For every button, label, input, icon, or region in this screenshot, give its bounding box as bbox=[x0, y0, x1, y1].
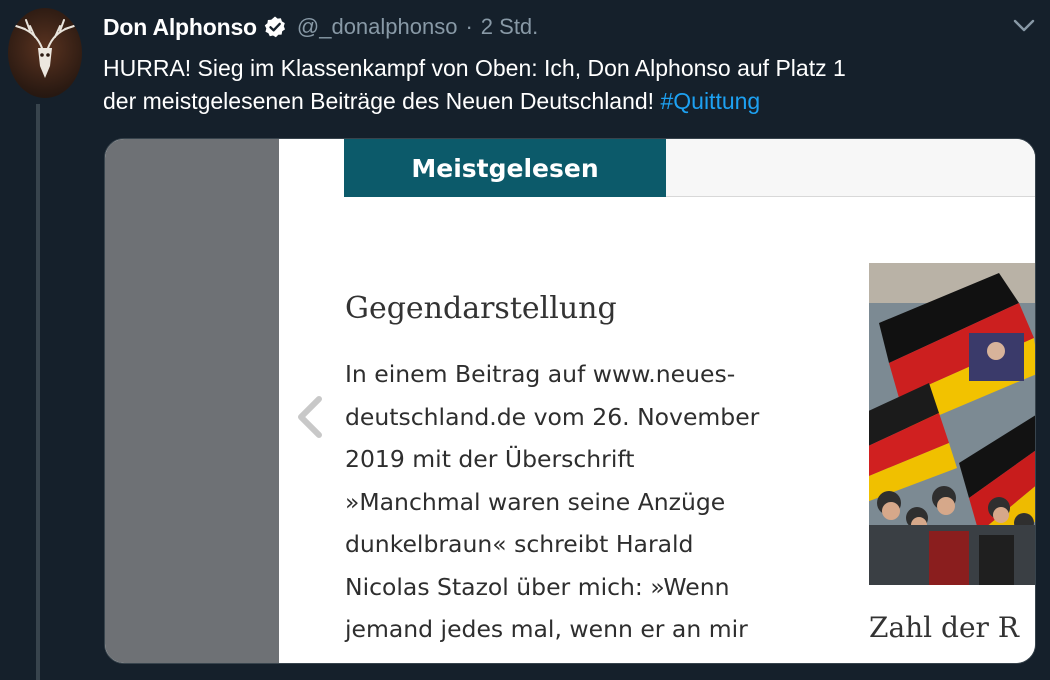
meistgelesen-tab: Meistgelesen bbox=[344, 139, 666, 197]
article-photo bbox=[869, 263, 1035, 585]
display-name[interactable]: Don Alphonso bbox=[103, 14, 257, 41]
deer-skull-icon bbox=[15, 19, 75, 78]
screenshot-page: Meistgelesen Gegendarstellung In einem B… bbox=[279, 139, 1035, 663]
article-line: In einem Beitrag auf www.neues- bbox=[345, 360, 736, 388]
media-card[interactable]: Meistgelesen Gegendarstellung In einem B… bbox=[104, 138, 1036, 664]
article-body: In einem Beitrag auf www.neues- deutschl… bbox=[345, 353, 805, 651]
chevron-down-icon[interactable] bbox=[1010, 12, 1038, 40]
tweet-text-line-1: HURRA! Sieg im Klassenkampf von Oben: Ic… bbox=[103, 55, 846, 81]
article-title: Gegendarstellung bbox=[345, 291, 617, 326]
tweet-header: Don Alphonso @_donalphonso · 2 Std. bbox=[103, 10, 538, 44]
photo-caption: Zahl der R bbox=[869, 611, 1019, 644]
article-line: jemand jedes mal, wenn er an mir bbox=[345, 615, 748, 643]
article-line: »Manchmal waren seine Anzüge bbox=[345, 487, 726, 516]
hashtag-link[interactable]: #Quittung bbox=[660, 88, 760, 114]
tweet-text-line-2: der meistgelesenen Beiträge des Neuen De… bbox=[103, 88, 655, 114]
article-line: dunkelbraun« schreibt Harald bbox=[345, 530, 694, 558]
article-line: Nicolas Stazol über mich: »Wenn bbox=[345, 572, 730, 601]
separator-dot: · bbox=[465, 14, 473, 39]
tweet-text: HURRA! Sieg im Klassenkampf von Oben: Ic… bbox=[103, 52, 1023, 118]
tab-bar bbox=[666, 139, 1035, 197]
timestamp[interactable]: 2 Std. bbox=[481, 14, 538, 40]
chevron-left-icon bbox=[293, 395, 327, 439]
handle[interactable]: @_donalphonso bbox=[297, 14, 458, 40]
tweet[interactable]: Don Alphonso @_donalphonso · 2 Std. HURR… bbox=[0, 0, 1050, 680]
verified-badge-icon bbox=[263, 15, 287, 39]
screenshot-margin bbox=[105, 139, 279, 663]
article-line: 2019 mit der Überschrift bbox=[345, 445, 635, 473]
thread-line bbox=[36, 104, 40, 680]
avatar[interactable] bbox=[8, 8, 82, 98]
article-line: deutschland.de vom 26. November bbox=[345, 402, 760, 431]
